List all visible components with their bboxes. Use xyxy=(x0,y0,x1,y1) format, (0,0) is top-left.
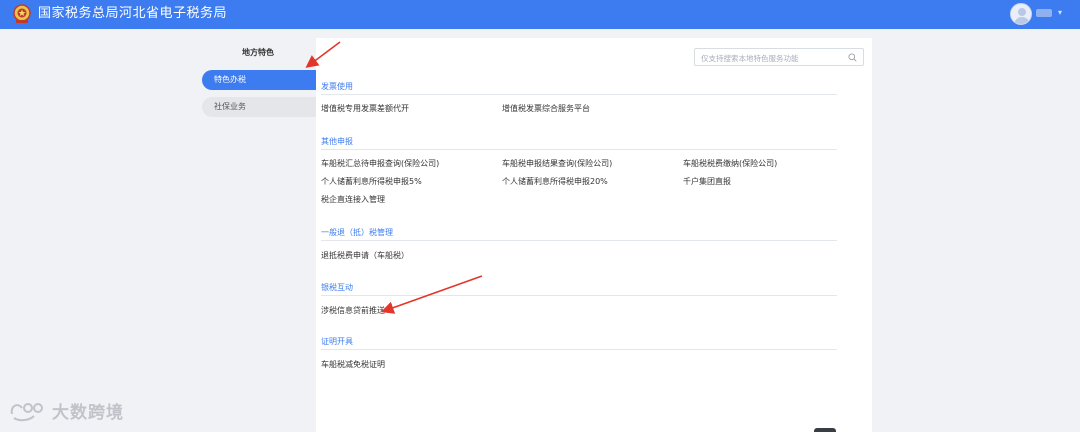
floating-widget[interactable] xyxy=(814,428,836,432)
sidebar-item-social-security[interactable]: 社保业务 xyxy=(202,97,316,117)
top-bar: 国家税务总局河北省电子税务局 ▾ xyxy=(0,0,1080,29)
link-vat-invoice-platform[interactable]: 增值税发票综合服务平台 xyxy=(502,104,590,114)
watermark-logo-icon xyxy=(10,402,43,421)
section-title: 其他申报 xyxy=(321,136,837,150)
section-invoice: 发票使用 增值税专用发票差额代开 增值税发票综合服务平台 xyxy=(321,81,837,119)
link-group-direct-report[interactable]: 千户集团直报 xyxy=(683,177,731,187)
link-interest-tax-20[interactable]: 个人储蓄利息所得税申报20% xyxy=(502,177,608,187)
sidebar-title: 地方特色 xyxy=(242,48,274,57)
section-refund-management: 一般退（抵）税管理 退抵税费申请（车船税） xyxy=(321,227,837,265)
section-title: 一般退（抵）税管理 xyxy=(321,227,837,241)
sidebar: 地方特色 特色办税 社保业务 xyxy=(200,40,316,117)
link-vat-special-invoice-diff[interactable]: 增值税专用发票差额代开 xyxy=(321,104,409,114)
watermark-text: 大数跨境 xyxy=(52,403,124,423)
link-interest-tax-5[interactable]: 个人储蓄利息所得税申报5% xyxy=(321,177,422,187)
section-title: 证明开具 xyxy=(321,336,837,350)
search-icon[interactable] xyxy=(848,53,857,62)
section-title: 发票使用 xyxy=(321,81,837,95)
sidebar-item-featured-tax[interactable]: 特色办税 xyxy=(202,70,316,90)
user-name-blurred[interactable] xyxy=(1036,9,1052,17)
link-vehicle-tax-exemption-cert[interactable]: 车船税减免税证明 xyxy=(321,360,385,370)
link-vehicle-tax-result-query[interactable]: 车船税申报结果查询(保险公司) xyxy=(502,159,612,169)
link-direct-connect-management[interactable]: 税企直连接入管理 xyxy=(321,195,385,205)
link-vehicle-tax-payment[interactable]: 车船税税费缴纳(保险公司) xyxy=(683,159,777,169)
section-other-declaration: 其他申报 车船税汇总待申报查询(保险公司) 车船税申报结果查询(保险公司) 车船… xyxy=(321,136,837,210)
link-tax-info-push[interactable]: 涉税信息贷前推送 xyxy=(321,306,385,316)
watermark: 大数跨境 xyxy=(8,398,124,423)
search-placeholder: 仅支持搜索本地特色服务功能 xyxy=(701,54,799,63)
search-input[interactable]: 仅支持搜索本地特色服务功能 xyxy=(694,48,864,66)
section-certificates: 证明开具 车船税减免税证明 xyxy=(321,336,837,374)
main-content: 仅支持搜索本地特色服务功能 发票使用 增值税专用发票差额代开 增值税发票综合服务… xyxy=(316,38,872,432)
chevron-down-icon[interactable]: ▾ xyxy=(1058,8,1062,17)
section-bank-tax-interaction: 银税互动 涉税信息贷前推送 xyxy=(321,282,837,320)
user-avatar-icon[interactable] xyxy=(1010,3,1032,25)
site-title: 国家税务总局河北省电子税务局 xyxy=(38,6,228,21)
section-title: 银税互动 xyxy=(321,282,837,296)
tax-emblem-icon xyxy=(13,4,31,23)
link-vehicle-tax-pending-query[interactable]: 车船税汇总待申报查询(保险公司) xyxy=(321,159,439,169)
link-refund-application[interactable]: 退抵税费申请（车船税） xyxy=(321,251,409,261)
